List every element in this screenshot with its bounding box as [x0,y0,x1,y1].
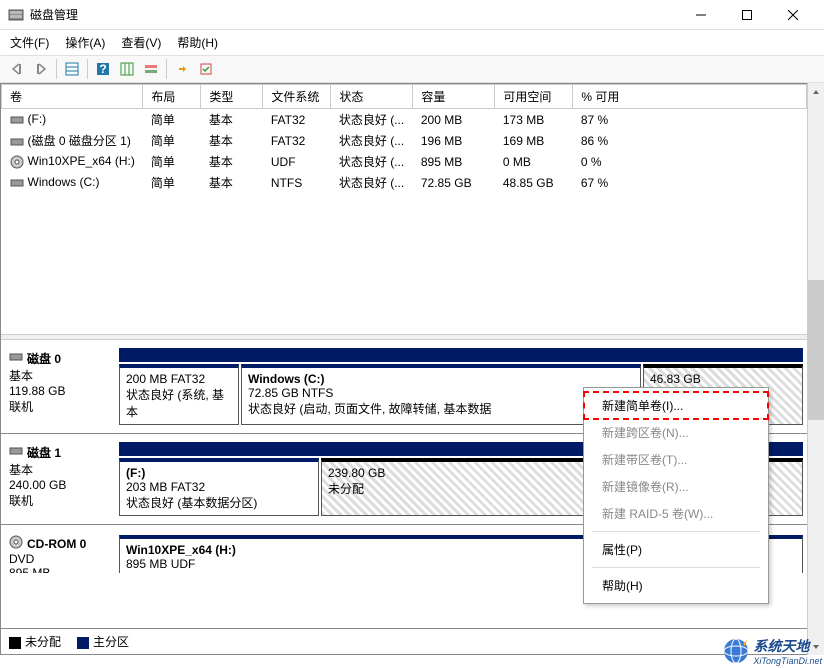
partition[interactable]: 200 MB FAT32 状态良好 (系统, 基本 [119,364,239,425]
menu-file[interactable]: 文件(F) [10,34,49,51]
disk-label[interactable]: CD-ROM 0 DVD 895 MB [5,533,115,573]
menu-view[interactable]: 查看(V) [121,34,161,51]
menu-new-simple-volume[interactable]: 新建简单卷(I)... [584,392,768,419]
table-header: 卷 布局 类型 文件系统 状态 容量 可用空间 % 可用 [2,85,807,109]
col-fs[interactable]: 文件系统 [263,85,331,109]
view-list-button[interactable] [61,58,83,80]
properties-button[interactable] [195,58,217,80]
globe-icon [723,638,749,664]
menu-separator [592,531,760,532]
toolbar-separator [166,59,167,79]
volume-icon [10,176,24,190]
col-status[interactable]: 状态 [331,85,413,109]
forward-button[interactable] [30,58,52,80]
volume-icon [10,135,24,149]
col-volume[interactable]: 卷 [2,85,143,109]
partition-size: 200 MB FAT32 [126,372,232,386]
menu-new-spanned-volume[interactable]: 新建跨区卷(N)... [584,419,768,446]
vertical-scrollbar[interactable] [807,83,824,655]
disk-label[interactable]: 磁盘 1 基本 240.00 GB 联机 [5,442,115,516]
legend-unallocated: 未分配 [9,633,61,650]
partition-size: 203 MB FAT32 [126,480,312,494]
menu-properties[interactable]: 属性(P) [584,536,768,563]
watermark: 系统天地 XiTongTianDi.net [723,636,822,666]
partition-size: 72.85 GB NTFS [248,386,634,400]
col-free[interactable]: 可用空间 [495,85,573,109]
partition-name: (F:) [126,466,312,480]
menu-new-mirrored-volume[interactable]: 新建镜像卷(R)... [584,473,768,500]
svg-text:?: ? [99,62,106,76]
toolbar-separator [56,59,57,79]
legend: 未分配 主分区 [1,628,807,654]
maximize-button[interactable] [724,0,770,30]
disk-size: 895 MB [9,566,111,573]
close-button[interactable] [770,0,816,30]
disk-icon [9,444,23,461]
swatch-primary-icon [77,637,89,649]
partition-name: Windows (C:) [248,372,634,386]
disk-size: 119.88 GB [9,384,111,398]
col-pctfree[interactable]: % 可用 [573,85,807,109]
disk-type: DVD [9,552,111,566]
minimize-button[interactable] [678,0,724,30]
app-icon [8,7,24,23]
window-title: 磁盘管理 [30,6,678,23]
partition[interactable]: (F:) 203 MB FAT32 状态良好 (基本数据分区) [119,458,319,516]
disk-state: 联机 [9,398,111,415]
disk-name: 磁盘 1 [27,444,61,461]
disk-header-bar [119,348,803,362]
disk-name: 磁盘 0 [27,350,61,367]
volume-list: 卷 布局 类型 文件系统 状态 容量 可用空间 % 可用 (F:)简单基本FAT… [1,84,807,334]
menu-separator [592,567,760,568]
toolbar-separator [87,59,88,79]
scroll-up-icon[interactable] [808,83,824,100]
menu-bar: 文件(F) 操作(A) 查看(V) 帮助(H) [0,30,824,55]
partition-status: 状态良好 (系统, 基本 [126,386,232,420]
menu-help[interactable]: 帮助(H) [177,34,218,51]
back-button[interactable] [6,58,28,80]
disk-state: 联机 [9,492,111,509]
disc-icon [9,535,23,552]
disk-icon [9,350,23,367]
scroll-thumb[interactable] [808,280,824,420]
partition-size: 46.83 GB [650,372,796,386]
menu-action[interactable]: 操作(A) [65,34,105,51]
volume-icon [10,155,24,169]
disk-label[interactable]: 磁盘 0 基本 119.88 GB 联机 [5,348,115,425]
title-bar: 磁盘管理 [0,0,824,30]
table-row[interactable]: (F:)简单基本FAT32状态良好 (...200 MB173 MB87 % [2,109,807,131]
disk-type: 基本 [9,367,111,384]
graphical-button[interactable] [140,58,162,80]
menu-help[interactable]: 帮助(H) [584,572,768,599]
partition-status: 状态良好 (启动, 页面文件, 故障转储, 基本数据 [248,400,634,417]
disk-name: CD-ROM 0 [27,537,86,551]
refresh-button[interactable] [171,58,193,80]
disk-size: 240.00 GB [9,478,111,492]
help-button[interactable]: ? [92,58,114,80]
partition-status: 状态良好 (基本数据分区) [126,494,312,511]
settings-button[interactable] [116,58,138,80]
swatch-unallocated-icon [9,637,21,649]
col-type[interactable]: 类型 [201,85,263,109]
partition[interactable]: Windows (C:) 72.85 GB NTFS 状态良好 (启动, 页面文… [241,364,641,425]
col-layout[interactable]: 布局 [143,85,201,109]
table-row[interactable]: Windows (C:)简单基本NTFS状态良好 (...72.85 GB48.… [2,172,807,193]
menu-new-striped-volume[interactable]: 新建带区卷(T)... [584,446,768,473]
disk-type: 基本 [9,461,111,478]
volume-icon [10,113,24,127]
watermark-text: 系统天地 XiTongTianDi.net [753,636,822,666]
col-capacity[interactable]: 容量 [413,85,495,109]
window-controls [678,0,816,30]
toolbar: ? [0,55,824,83]
context-menu: 新建简单卷(I)... 新建跨区卷(N)... 新建带区卷(T)... 新建镜像… [583,387,769,604]
table-row[interactable]: (磁盘 0 磁盘分区 1)简单基本FAT32状态良好 (...196 MB169… [2,130,807,151]
legend-primary: 主分区 [77,633,129,650]
menu-new-raid5-volume[interactable]: 新建 RAID-5 卷(W)... [584,500,768,527]
table-row[interactable]: Win10XPE_x64 (H:)简单基本UDF状态良好 (...895 MB0… [2,151,807,172]
